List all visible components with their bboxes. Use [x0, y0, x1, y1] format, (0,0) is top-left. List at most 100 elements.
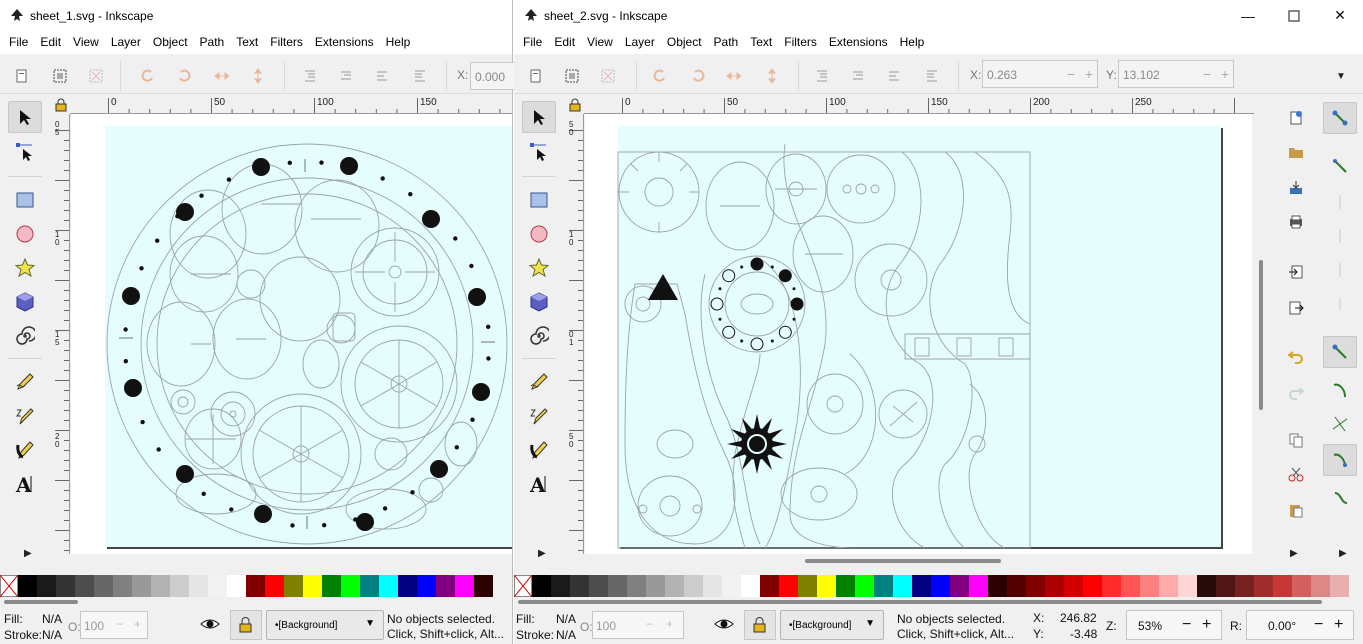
fill-value[interactable]: N/A: [556, 612, 576, 626]
snap-path-icon[interactable]: [1323, 374, 1357, 406]
save-icon[interactable]: [1284, 176, 1308, 200]
raise-icon[interactable]: [882, 64, 906, 88]
lock-layer-button[interactable]: [744, 610, 776, 640]
flip-vertical-icon[interactable]: [760, 64, 784, 88]
horizontal-scrollbar[interactable]: [71, 556, 512, 565]
color-swatch[interactable]: [322, 575, 341, 597]
menu-edit[interactable]: Edit: [548, 31, 581, 54]
rotate-cw-icon[interactable]: [686, 64, 710, 88]
palette-scrollbar[interactable]: [0, 597, 512, 606]
color-swatch[interactable]: [1254, 575, 1273, 597]
print-icon[interactable]: [1284, 210, 1308, 234]
snap-bbox-corner-icon[interactable]: [1323, 220, 1357, 252]
spiral-tool[interactable]: [522, 320, 556, 352]
color-swatch[interactable]: [1159, 575, 1178, 597]
color-swatch[interactable]: [703, 575, 722, 597]
spiral-tool[interactable]: [8, 320, 42, 352]
deselect-icon[interactable]: [596, 64, 620, 88]
color-swatch[interactable]: [1083, 575, 1102, 597]
color-swatch[interactable]: [1064, 575, 1083, 597]
color-swatch[interactable]: [798, 575, 817, 597]
new-document-icon[interactable]: [1284, 106, 1308, 130]
color-swatch[interactable]: [532, 575, 551, 597]
menu-help[interactable]: Help: [894, 31, 931, 54]
title-bar[interactable]: sheet_2.svg - Inkscape — ✕: [514, 0, 1363, 31]
select-all-layers-icon[interactable]: [560, 64, 584, 88]
guide-lock-icon[interactable]: [52, 96, 70, 114]
rect-tool[interactable]: [8, 184, 42, 216]
star-tool[interactable]: [522, 252, 556, 284]
color-swatch[interactable]: [474, 575, 493, 597]
y-increment[interactable]: +: [1216, 60, 1234, 88]
menu-extensions[interactable]: Extensions: [823, 31, 894, 54]
flip-vertical-icon[interactable]: [246, 64, 270, 88]
flip-horizontal-icon[interactable]: [210, 64, 234, 88]
color-swatch[interactable]: [284, 575, 303, 597]
color-swatch[interactable]: [1178, 575, 1197, 597]
export-icon[interactable]: [1284, 296, 1308, 320]
color-swatch[interactable]: [360, 575, 379, 597]
stroke-value[interactable]: N/A: [556, 628, 576, 642]
color-swatch[interactable]: [722, 575, 741, 597]
open-icon[interactable]: [1284, 140, 1308, 164]
drawing-canvas[interactable]: [585, 114, 1252, 554]
color-palette[interactable]: [514, 575, 1349, 597]
zoom-in-button[interactable]: +: [1202, 616, 1211, 634]
deselect-icon[interactable]: [84, 64, 108, 88]
color-swatch[interactable]: [912, 575, 931, 597]
drawing-canvas[interactable]: [71, 114, 513, 554]
color-swatch[interactable]: [855, 575, 874, 597]
snap-cusp-icon[interactable]: [1323, 444, 1357, 476]
rotate-increment[interactable]: +: [1334, 616, 1343, 634]
hide-layer-eye-icon[interactable]: [200, 616, 220, 635]
pen-tool[interactable]: [522, 400, 556, 432]
menu-file[interactable]: File: [3, 31, 34, 54]
x-coordinate-field[interactable]: 0.000: [470, 62, 520, 90]
more-tools-chevron-icon[interactable]: ▶: [538, 548, 546, 559]
vertical-scrollbar[interactable]: [1256, 96, 1266, 556]
3dbox-tool[interactable]: [8, 286, 42, 318]
selector-tool[interactable]: [8, 101, 42, 133]
toolbar-overflow-icon[interactable]: ▼: [1336, 71, 1346, 82]
rect-tool[interactable]: [522, 184, 556, 216]
snap-bbox-center-icon[interactable]: [1323, 288, 1357, 320]
menu-object[interactable]: Object: [147, 31, 194, 54]
color-swatch[interactable]: [208, 575, 227, 597]
color-swatch[interactable]: [1235, 575, 1254, 597]
color-swatch[interactable]: [608, 575, 627, 597]
color-palette[interactable]: [0, 575, 493, 597]
rotate-ccw-icon[interactable]: [136, 64, 160, 88]
color-swatch[interactable]: [1140, 575, 1159, 597]
color-swatch[interactable]: [988, 575, 1007, 597]
rotate-ccw-icon[interactable]: [648, 64, 672, 88]
lock-layer-button[interactable]: [230, 610, 262, 640]
guide-lock-icon[interactable]: [566, 96, 584, 114]
color-swatch[interactable]: [379, 575, 398, 597]
menu-filters[interactable]: Filters: [778, 31, 823, 54]
color-swatch[interactable]: [741, 575, 760, 597]
menu-edit[interactable]: Edit: [34, 31, 67, 54]
snap-bbox-edge-icon[interactable]: [1323, 186, 1357, 218]
color-swatch[interactable]: [75, 575, 94, 597]
color-swatch[interactable]: [1121, 575, 1140, 597]
color-swatch[interactable]: [227, 575, 246, 597]
snap-overflow-icon[interactable]: ▶: [1339, 548, 1347, 559]
node-tool[interactable]: [8, 136, 42, 168]
menu-extensions[interactable]: Extensions: [309, 31, 380, 54]
color-swatch[interactable]: [189, 575, 208, 597]
color-swatch[interactable]: [398, 575, 417, 597]
sheet1-drawing[interactable]: [71, 114, 513, 554]
color-swatch[interactable]: [94, 575, 113, 597]
redo-icon[interactable]: [1284, 380, 1308, 404]
menu-layer[interactable]: Layer: [619, 31, 661, 54]
color-swatch[interactable]: [132, 575, 151, 597]
color-swatch[interactable]: [589, 575, 608, 597]
color-swatch[interactable]: [37, 575, 56, 597]
horizontal-scrollbar[interactable]: [585, 556, 1265, 565]
opacity-decrement[interactable]: −: [116, 617, 123, 631]
color-swatch[interactable]: [303, 575, 322, 597]
color-swatch[interactable]: [646, 575, 665, 597]
text-tool[interactable]: A: [522, 468, 556, 500]
color-swatch[interactable]: [417, 575, 436, 597]
color-swatch[interactable]: [1273, 575, 1292, 597]
